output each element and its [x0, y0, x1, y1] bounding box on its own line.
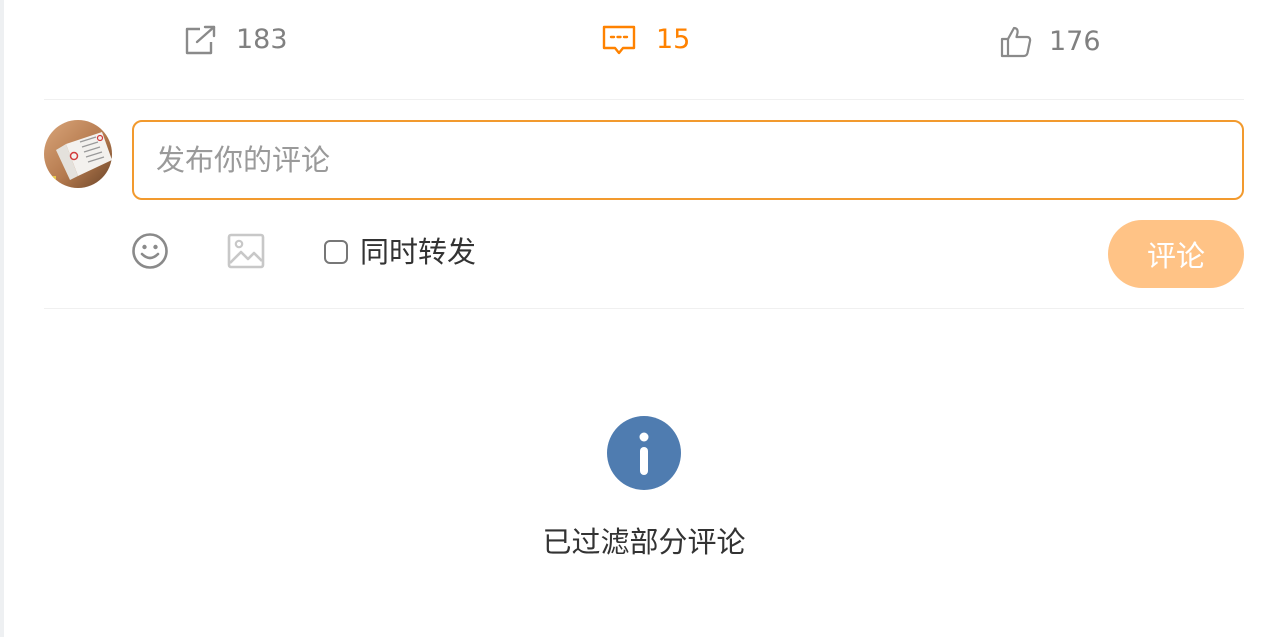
image-icon [227, 233, 265, 273]
comment-count: 15 [656, 24, 691, 55]
repost-checkbox[interactable]: 同时转发 [324, 236, 476, 268]
comment-button[interactable]: 15 [602, 18, 690, 62]
like-button[interactable]: 176 [999, 20, 1101, 64]
filtered-comments-notice: 已过滤部分评论 [542, 525, 746, 559]
repost-label: 同时转发 [360, 235, 477, 269]
emoji-button[interactable] [131, 232, 169, 274]
repost-count: 183 [236, 24, 288, 55]
image-button[interactable] [227, 233, 265, 273]
avatar[interactable] [44, 120, 112, 188]
divider [44, 308, 1244, 309]
submit-comment-button[interactable]: 评论 [1108, 220, 1244, 288]
info-icon [607, 416, 681, 490]
thumbs-up-icon [999, 25, 1033, 59]
repost-button[interactable]: 183 [184, 18, 288, 62]
comment-icon [602, 24, 636, 56]
comment-section: 183 15 176 发布你的评论 同时转发 评论 已过滤部分评论 [0, 0, 1277, 637]
divider [44, 99, 1244, 100]
emoji-icon [131, 233, 169, 274]
like-count: 176 [1049, 26, 1101, 57]
comment-input[interactable] [132, 120, 1244, 200]
checkbox-box[interactable] [324, 240, 348, 264]
share-icon [184, 25, 218, 55]
